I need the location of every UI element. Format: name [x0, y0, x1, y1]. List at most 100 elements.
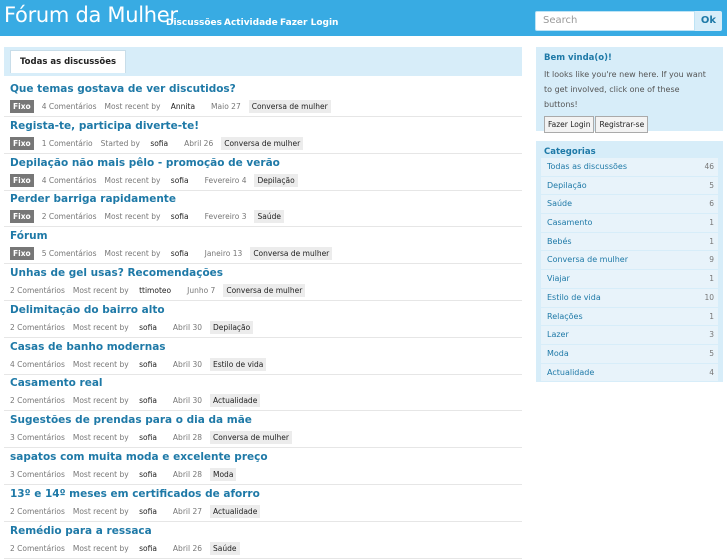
nav-link-discussoes[interactable]: Discussões — [166, 18, 222, 28]
login-button[interactable]: Fazer Login — [544, 116, 595, 133]
category-item[interactable]: Moda 5 — [541, 344, 718, 364]
discussion-title[interactable]: Casas de banho modernas — [10, 341, 166, 353]
discussion-title[interactable]: 13º e 14º meses em certificados de aforr… — [10, 488, 260, 500]
discussion-meta: 2 Comentários Most recent by ttimoteo Junh… — [10, 284, 313, 297]
comment-count: 2 Comentários — [10, 322, 65, 332]
category-name: Todas as discussões — [547, 162, 627, 171]
author-link[interactable]: sofia — [139, 507, 157, 516]
category-count: 10 — [704, 292, 714, 302]
discussion-title[interactable]: Delimitação do bairro alto — [10, 304, 165, 316]
category-item[interactable]: Estilo de vida 10 — [541, 288, 718, 308]
author-link[interactable]: sofia — [139, 470, 157, 479]
last-activity-date: Abril 27 — [172, 506, 202, 516]
category-item[interactable]: Saúde 6 — [541, 195, 718, 215]
search-button[interactable]: Ok — [695, 11, 722, 31]
last-activity-label: Most recent by — [72, 470, 129, 479]
register-button[interactable]: Registrar-se — [595, 116, 649, 133]
category-item[interactable]: Lazer 3 — [541, 326, 718, 345]
last-activity-date: Abril 30 — [172, 359, 202, 369]
last-activity-date: Abril 28 — [172, 433, 202, 443]
discussion-item: Unhas de gel usas? Recomendações 2 Coment… — [4, 264, 522, 301]
author-link[interactable]: sofia — [150, 139, 168, 148]
discussion-meta: Fixo 2 Comentários Most recent by sofia Fev… — [10, 210, 292, 224]
category-tag[interactable]: Saúde — [254, 210, 284, 224]
category-item[interactable]: Bebés 1 — [541, 232, 718, 252]
last-activity-label: Most recent by — [104, 212, 161, 222]
discussion-title[interactable]: Que temas gostava de ver discutidos? — [10, 83, 236, 95]
discussion-meta: 2 Comentários Most recent by sofia Abril 3… — [10, 320, 261, 334]
category-tag[interactable]: Saúde — [210, 541, 240, 555]
category-tag[interactable]: Conversa de mulher — [221, 136, 304, 150]
category-count: 1 — [709, 274, 714, 284]
author-link[interactable]: sofia — [139, 396, 157, 405]
last-activity-date: Abril 30 — [172, 322, 202, 332]
comment-count: 2 Comentários — [10, 506, 65, 516]
author-link[interactable]: sofia — [171, 176, 189, 185]
discussion-title[interactable]: sapatos com muita moda e excelente preço — [10, 451, 268, 463]
sticky-badge: Fixo — [10, 100, 34, 113]
category-count: 46 — [704, 162, 714, 171]
discussion-meta: 2 Comentários Most recent by sofia Abril 2… — [10, 504, 268, 518]
discussion-meta: 2 Comentários Most recent by sofia Abril 3… — [10, 394, 268, 408]
tab-all-discussions[interactable]: Todas as discussões — [10, 50, 127, 73]
comment-count: 1 Comentário — [41, 138, 93, 148]
category-count: 9 — [709, 255, 714, 265]
categories-title: Categorias — [544, 147, 596, 157]
category-name: Bebés — [547, 236, 572, 246]
category-item[interactable]: Viajar 1 — [541, 270, 718, 289]
author-link[interactable]: sofia — [139, 433, 157, 442]
category-name: Estilo de vida — [547, 292, 601, 302]
comment-count: 2 Comentários — [10, 286, 65, 295]
discussion-title[interactable]: Depilação não mais pêlo - promoção de ve… — [10, 157, 280, 169]
category-tag[interactable]: Actualidade — [210, 504, 261, 518]
site-title[interactable]: Fórum da Mulher — [4, 3, 178, 27]
comment-count: 4 Comentários — [41, 102, 97, 111]
author-link[interactable]: ttimoteo — [139, 286, 171, 295]
category-tag[interactable]: Conversa de mulher — [250, 247, 333, 261]
nav-link-login[interactable]: Fazer Login — [280, 18, 338, 28]
discussion-title[interactable]: Casamento real — [10, 377, 103, 389]
author-link[interactable]: Annita — [171, 102, 195, 111]
discussions-tab-bar: Todas as discussões — [4, 47, 522, 76]
last-activity-label: Most recent by — [72, 506, 129, 516]
category-name: Casamento — [547, 218, 593, 228]
author-link[interactable]: sofia — [171, 212, 189, 221]
last-activity-date: Junho 7 — [187, 286, 216, 295]
category-tag[interactable]: Depilação — [254, 173, 298, 187]
category-tag[interactable]: Conversa de mulher — [210, 431, 292, 445]
category-list: Todas as discussões 46 Depilação 5 Saúde 6 Cas… — [541, 158, 718, 383]
category-name: Saúde — [547, 199, 573, 209]
category-item[interactable]: Relações 1 — [541, 307, 718, 327]
category-item[interactable]: Depilação 5 — [541, 176, 718, 196]
category-tag[interactable]: Moda — [210, 468, 237, 481]
discussion-item: Remédio para a ressaca 2 Comentários Most … — [4, 522, 522, 559]
category-tag[interactable]: Conversa de mulher — [223, 284, 306, 297]
author-link[interactable]: sofia — [139, 360, 157, 369]
last-activity-label: Started by — [100, 138, 140, 148]
discussion-title[interactable]: Perder barriga rapidamente — [10, 193, 176, 205]
discussion-title[interactable]: Unhas de gel usas? Recomendações — [10, 267, 223, 279]
search-input[interactable]: Search — [535, 11, 695, 31]
category-tag[interactable]: Actualidade — [210, 394, 261, 408]
category-tag[interactable]: Depilação — [210, 320, 254, 334]
category-item[interactable]: Conversa de mulher 9 — [541, 251, 718, 271]
author-link[interactable]: sofia — [171, 249, 189, 258]
discussion-title[interactable]: Regista-te, participa diverte-te! — [10, 120, 199, 132]
category-item[interactable]: Casamento 1 — [541, 214, 718, 233]
discussion-meta: 3 Comentários Most recent by sofia Abril 2… — [10, 431, 300, 445]
categories-panel: Categorias Todas as discussões 46 Depilaçã… — [536, 141, 723, 383]
discussion-meta: 3 Comentários Most recent by sofia Abril 2… — [10, 468, 244, 481]
discussion-title[interactable]: Fórum — [10, 230, 48, 242]
discussion-title[interactable]: Remédio para a ressaca — [10, 525, 152, 537]
last-activity-label: Most recent by — [104, 175, 161, 185]
category-item[interactable]: Todas as discussões 46 — [541, 158, 718, 177]
category-tag[interactable]: Estilo de vida — [210, 357, 267, 371]
category-tag[interactable]: Conversa de mulher — [248, 100, 331, 113]
discussion-title[interactable]: Sugestões de prendas para o dia da mãe — [10, 414, 252, 426]
last-activity-label: Most recent by — [104, 249, 161, 259]
last-activity-date: Fevereiro 3 — [204, 212, 247, 222]
category-item[interactable]: Actualidade 4 — [541, 363, 718, 383]
discussion-item: sapatos com muita moda e excelente preço… — [4, 448, 522, 485]
author-link[interactable]: sofia — [139, 323, 157, 332]
nav-link-actividade[interactable]: Actividade — [224, 18, 278, 28]
